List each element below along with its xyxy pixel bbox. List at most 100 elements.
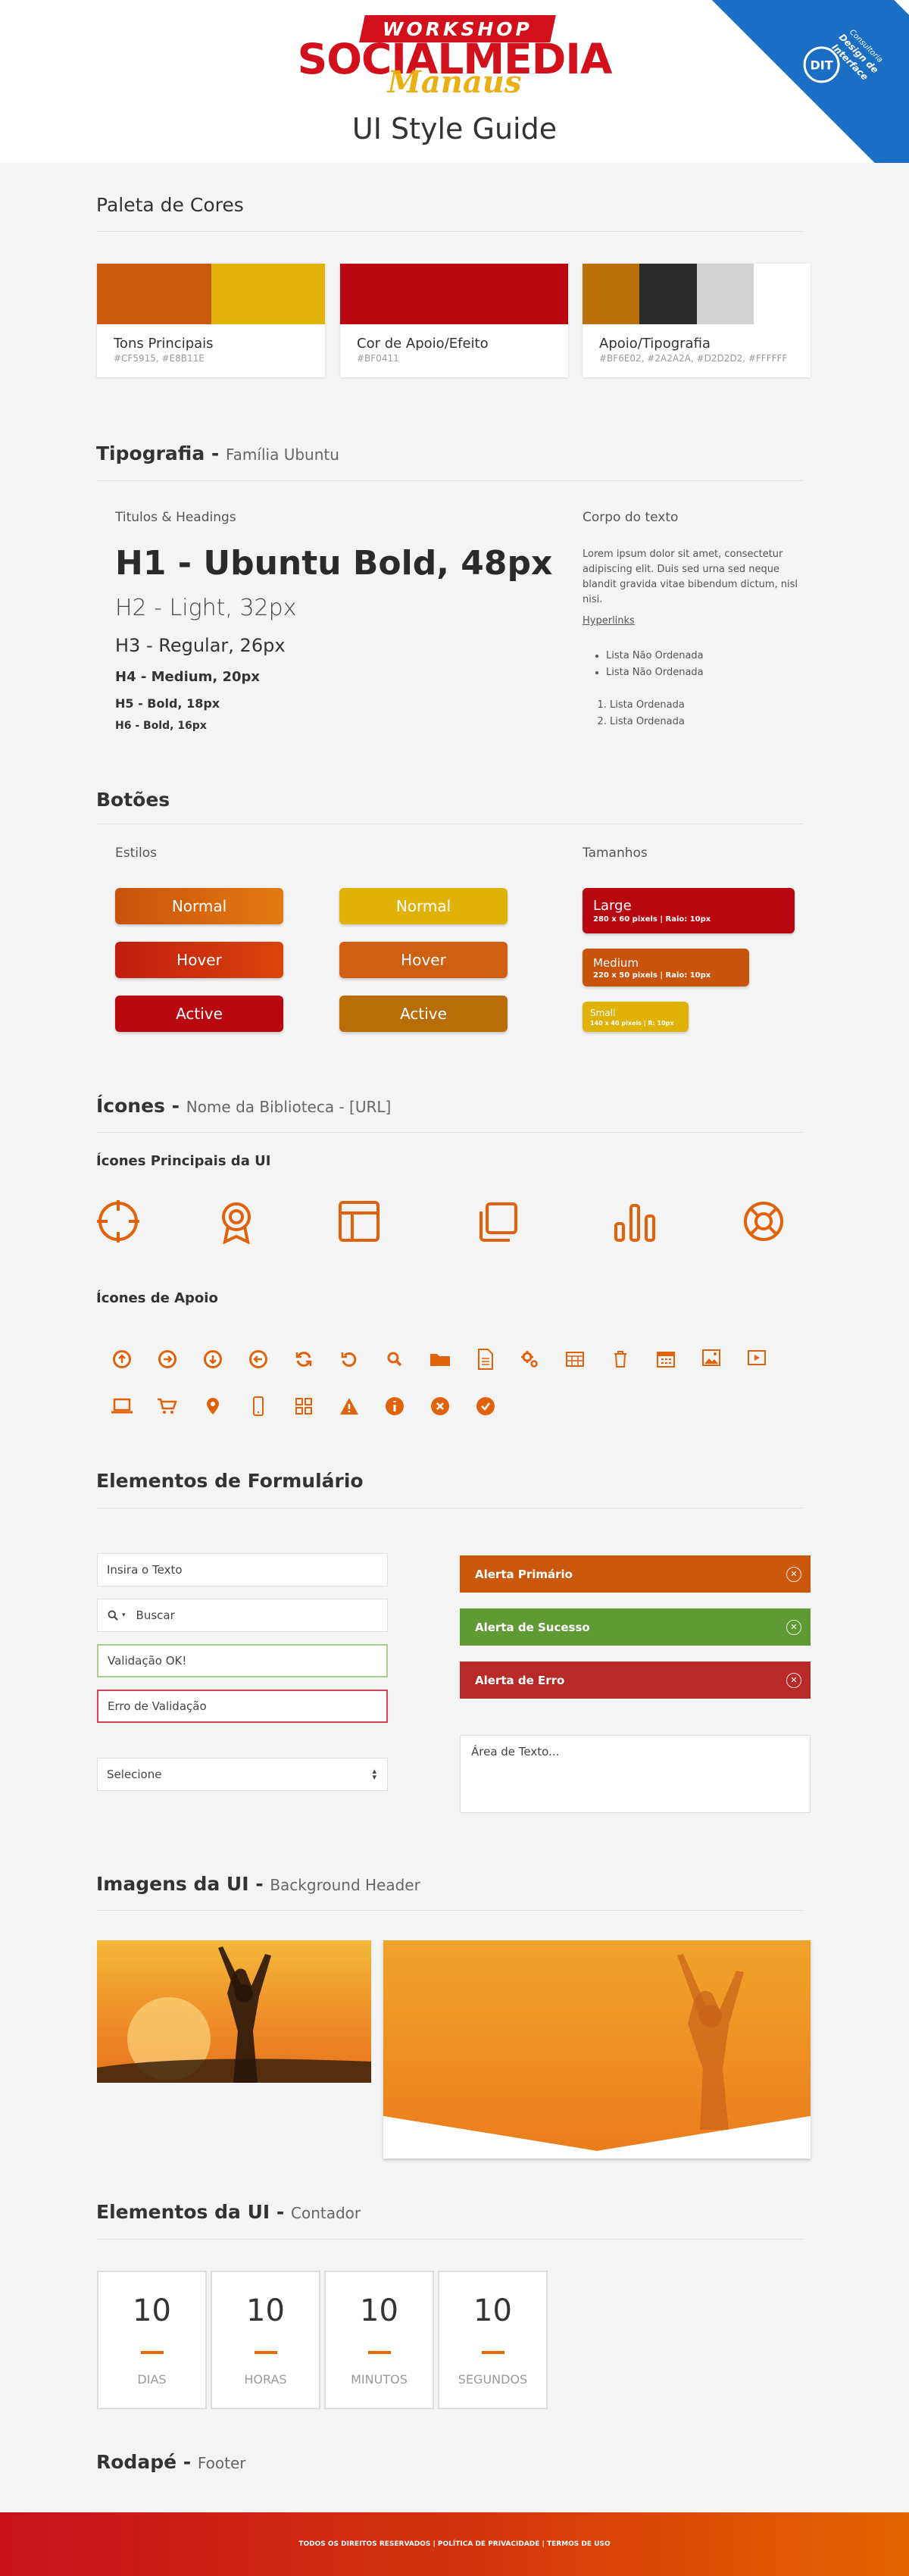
swatch-brown — [583, 264, 640, 324]
primary-normal-button[interactable]: Normal — [115, 888, 283, 924]
icons-section-title: Ícones - Nome da Biblioteca - [URL] — [96, 1095, 391, 1117]
refresh-icon — [295, 1352, 312, 1367]
divider — [96, 2239, 803, 2240]
list-item: Lista Ordenada — [610, 714, 685, 730]
swatch-red — [340, 264, 568, 324]
counter-label: SEGUNDOS — [458, 2372, 528, 2387]
search-placeholder: Buscar — [136, 1608, 175, 1622]
swatch-white — [753, 264, 811, 324]
close-circle-icon — [431, 1397, 449, 1415]
large-button[interactable]: Large 280 x 60 pixels | Raio: 10px — [583, 888, 795, 933]
icons-title: Ícones - — [96, 1095, 180, 1117]
select-arrows-icon: ▴ ▾ — [372, 1766, 376, 1782]
copy-icon — [479, 1202, 517, 1242]
counter-value: 10 — [473, 2293, 512, 2328]
document-icon — [478, 1349, 493, 1370]
list-item: Lista Não Ordenada — [606, 648, 704, 664]
typography-title: Tipografia - — [96, 442, 220, 464]
silhouette-illustration — [97, 1946, 371, 2083]
arrow-right-circle-icon — [158, 1350, 176, 1368]
color-card-values: #CF5915, #E8B11E — [114, 353, 205, 364]
counter-divider — [255, 2351, 277, 2354]
close-icon[interactable]: ✕ — [786, 1566, 801, 1582]
alert-text: Alerta Primário — [475, 1567, 573, 1581]
footer-links[interactable]: TODOS OS DIREITOS RESERVADOS | POLÍTICA … — [298, 2540, 610, 2548]
layout-icon — [339, 1201, 380, 1242]
valid-input[interactable]: Validação OK! — [97, 1644, 388, 1677]
size-desc: 280 x 60 pixels | Raio: 10px — [593, 915, 711, 924]
size-name: Large — [593, 898, 632, 914]
textarea[interactable]: Área de Texto... — [460, 1735, 811, 1813]
page-header: DIT WORKSHOP SOCIALMEDIA Manaus UI Style… — [0, 0, 909, 163]
warning-icon — [340, 1398, 358, 1415]
background-header-image — [383, 1940, 811, 2159]
secondary-active-button[interactable]: Active — [339, 996, 508, 1032]
swatch-row — [97, 264, 325, 324]
swatch-yellow — [211, 264, 325, 324]
select-value: Selecione — [107, 1768, 162, 1781]
divider — [96, 1132, 803, 1133]
ui-image-small — [97, 1940, 371, 2083]
arrow-up-circle-icon — [113, 1350, 131, 1368]
medium-button[interactable]: Medium 220 x 50 pixels | Raio: 10px — [583, 949, 749, 986]
secondary-normal-button[interactable]: Normal — [339, 888, 508, 924]
size-desc: 220 x 50 pixels | Raio: 10px — [593, 971, 711, 980]
bar-chart-icon — [614, 1204, 655, 1242]
counter-subtitle: Contador — [291, 2204, 361, 2222]
error-input[interactable]: Erro de Validação — [97, 1690, 388, 1723]
ordered-list: Lista Ordenada Lista Ordenada — [610, 697, 685, 730]
body-text-sample: Lorem ipsum dolor sit amet, consectetur … — [583, 549, 798, 606]
divider — [96, 231, 803, 232]
select-dropdown[interactable]: Selecione ▴ ▾ — [97, 1758, 388, 1791]
hyperlink-sample[interactable]: Hyperlinks — [583, 615, 635, 627]
counter-label: HORAS — [244, 2372, 287, 2387]
header-bg-illustration — [383, 1940, 811, 2159]
headings-label: Titulos & Headings — [115, 510, 236, 525]
info-icon — [386, 1397, 404, 1415]
size-name: Small — [590, 1007, 616, 1018]
video-icon — [748, 1350, 766, 1365]
undo-icon — [341, 1352, 357, 1367]
secondary-hover-button[interactable]: Hover — [339, 942, 508, 978]
swatch-orange — [97, 264, 211, 324]
logo-manaus: Manaus — [387, 64, 522, 100]
primary-hover-button[interactable]: Hover — [115, 942, 283, 978]
heading-h3-sample: H3 - Regular, 26px — [115, 635, 286, 656]
chevron-down-icon: ▾ — [122, 1612, 126, 1619]
alert-primary: Alerta Primário ✕ — [460, 1555, 811, 1593]
color-card-typography: Apoio/Tipografia #BF6E02, #2A2A2A, #D2D2… — [583, 264, 811, 377]
close-icon[interactable]: ✕ — [786, 1619, 801, 1635]
small-button[interactable]: Small 140 x 40 pixels | R: 10px — [583, 1002, 689, 1032]
color-card-title: Apoio/Tipografia — [599, 336, 711, 352]
counter-section-title: Elementos da UI - Contador — [96, 2201, 361, 2223]
primary-active-button[interactable]: Active — [115, 996, 283, 1032]
counter-divider — [368, 2351, 391, 2354]
counter-divider — [482, 2351, 504, 2354]
counter-value: 10 — [360, 2293, 398, 2328]
color-card-title: Cor de Apoio/Efeito — [357, 336, 489, 352]
page-footer: TODOS OS DIREITOS RESERVADOS | POLÍTICA … — [0, 2512, 909, 2576]
color-card-values: #BF0411 — [357, 353, 399, 364]
list-item: Lista Não Ordenada — [606, 664, 704, 681]
cart-icon — [158, 1398, 177, 1414]
counter-label: DIAS — [137, 2372, 167, 2387]
close-icon[interactable]: ✕ — [786, 1672, 801, 1688]
divider — [96, 480, 803, 481]
images-section-title: Imagens da UI - Background Header — [96, 1873, 420, 1895]
text-input[interactable]: Insira o Texto — [97, 1553, 388, 1587]
swatch-row — [583, 264, 811, 324]
search-input[interactable]: ▾ Buscar — [97, 1599, 388, 1632]
counter-days: 10 DIAS — [97, 2271, 207, 2409]
icons-subtitle: Nome da Biblioteca - [URL] — [186, 1098, 392, 1116]
laptop-icon — [111, 1398, 133, 1414]
calendar-icon — [657, 1352, 675, 1368]
heading-h5-sample: H5 - Bold, 18px — [115, 696, 220, 711]
image-icon — [702, 1349, 720, 1366]
main-icons-label: Ícones Principais da UI — [96, 1153, 271, 1169]
arrow-down-circle-icon — [204, 1350, 222, 1368]
search-icon — [108, 1610, 118, 1621]
forms-section-title: Elementos de Formulário — [96, 1470, 364, 1492]
lifebuoy-icon — [744, 1202, 783, 1241]
footer-section-title: Rodapé - Footer — [96, 2451, 245, 2473]
award-icon — [222, 1202, 251, 1245]
